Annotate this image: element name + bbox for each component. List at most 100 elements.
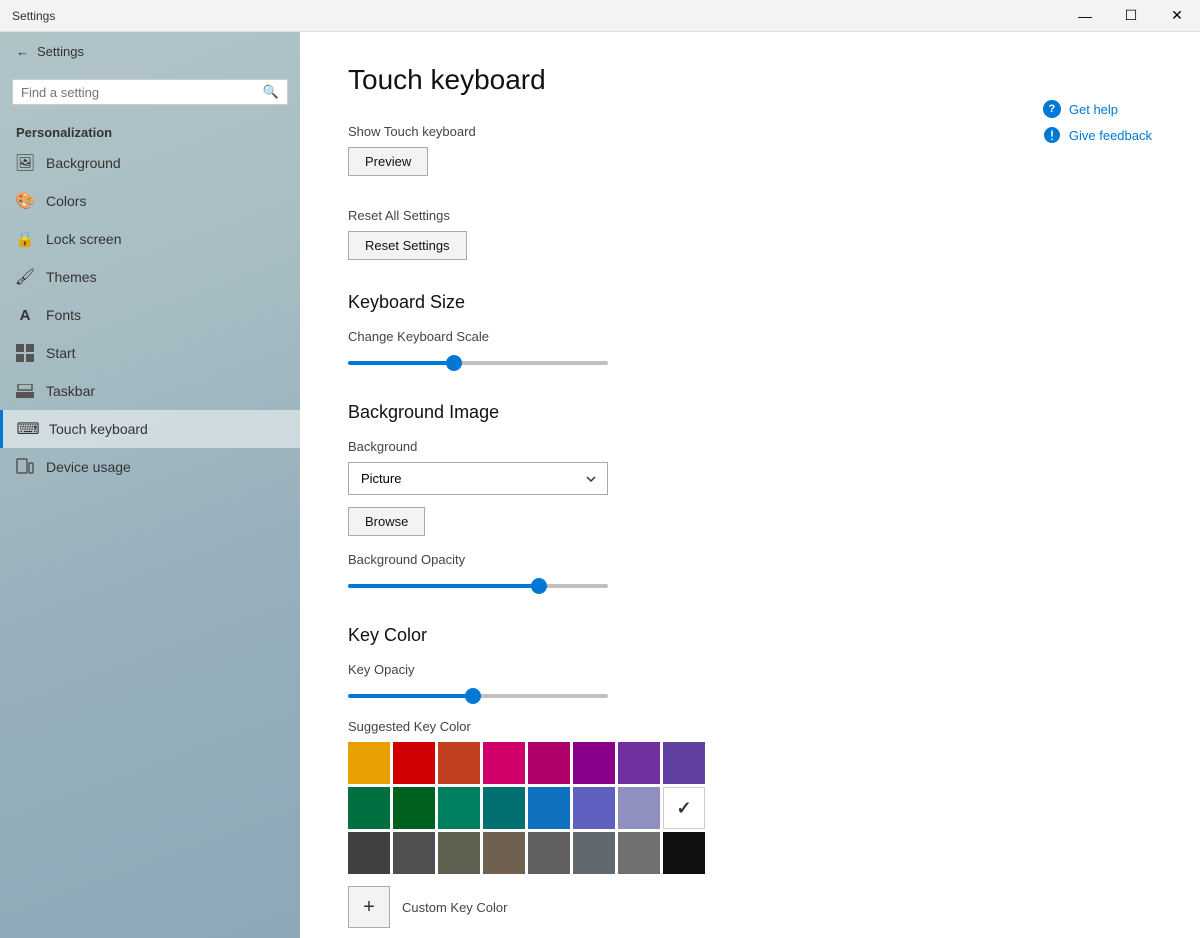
- color-swatch-teal[interactable]: [483, 787, 525, 829]
- key-opacity-slider-container: [348, 685, 1152, 703]
- key-opacity-label: Key Opaciy: [348, 662, 1152, 677]
- key-opacity-slider[interactable]: [348, 694, 608, 698]
- help-icon: ?: [1043, 100, 1061, 118]
- device-usage-icon: [16, 458, 34, 476]
- sidebar-item-taskbar[interactable]: Taskbar: [0, 372, 300, 410]
- sidebar-search-container: 🔍: [12, 79, 288, 105]
- sidebar-item-label: Background: [46, 155, 121, 171]
- color-grid: [348, 742, 1152, 874]
- show-touch-keyboard-label: Show Touch keyboard: [348, 124, 1152, 139]
- color-swatch-medium-gray[interactable]: [528, 832, 570, 874]
- taskbar-icon: [16, 382, 34, 400]
- get-help-label: Get help: [1069, 102, 1118, 117]
- color-swatch-medium-blue[interactable]: [573, 787, 615, 829]
- browse-button[interactable]: Browse: [348, 507, 425, 536]
- search-input[interactable]: [21, 85, 263, 100]
- color-swatch-teal-green[interactable]: [438, 787, 480, 829]
- color-swatch-olive-gray[interactable]: [438, 832, 480, 874]
- sidebar-back-button[interactable]: ← Settings: [0, 32, 300, 71]
- help-section: ? Get help Give feedback: [1043, 100, 1152, 144]
- color-swatch-dark-gray-2[interactable]: [393, 832, 435, 874]
- color-swatch-warm-gray[interactable]: [483, 832, 525, 874]
- keyboard-scale-slider-container: [348, 352, 1152, 370]
- key-color-section: Key Color Key Opaciy Suggested Key Color: [348, 625, 1152, 928]
- preview-button[interactable]: Preview: [348, 147, 428, 176]
- search-icon: 🔍: [263, 84, 279, 100]
- sidebar-item-device-usage[interactable]: Device usage: [0, 448, 300, 486]
- minimize-button[interactable]: —: [1062, 0, 1108, 32]
- background-dropdown[interactable]: Picture Color None: [348, 462, 608, 495]
- sidebar-item-touch-keyboard[interactable]: ⌨ Touch keyboard: [0, 410, 300, 448]
- sidebar-item-start[interactable]: Start: [0, 334, 300, 372]
- back-icon: ←: [16, 44, 29, 59]
- color-swatch-orange[interactable]: [348, 742, 390, 784]
- background-dropdown-container: Picture Color None: [348, 462, 608, 495]
- sidebar-item-background[interactable]: 🖼 Background: [0, 144, 300, 182]
- sidebar-item-themes[interactable]: 🖌 Themes: [0, 258, 300, 296]
- color-swatch-dark-magenta[interactable]: [573, 742, 615, 784]
- keyboard-scale-slider[interactable]: [348, 361, 608, 365]
- color-swatch-blue[interactable]: [528, 787, 570, 829]
- custom-color-button[interactable]: +: [348, 886, 390, 928]
- background-opacity-slider[interactable]: [348, 584, 608, 588]
- keyboard-size-heading: Keyboard Size: [348, 292, 1152, 313]
- give-feedback-label: Give feedback: [1069, 128, 1152, 143]
- titlebar-title: Settings: [12, 9, 55, 23]
- color-swatch-light-blue-purple[interactable]: [618, 787, 660, 829]
- reset-settings-button[interactable]: Reset Settings: [348, 231, 467, 260]
- key-color-heading: Key Color: [348, 625, 1152, 646]
- app-container: ← Settings 🔍 Personalization 🖼 Backgroun…: [0, 32, 1200, 938]
- background-image-section: Background Image Background Picture Colo…: [348, 402, 1152, 593]
- sidebar-item-label: Touch keyboard: [49, 421, 148, 437]
- background-opacity-slider-container: [348, 575, 1152, 593]
- sidebar-item-label: Themes: [46, 269, 97, 285]
- titlebar-left: Settings: [12, 9, 55, 23]
- fonts-icon: A: [16, 306, 34, 324]
- give-feedback-link[interactable]: Give feedback: [1043, 126, 1152, 144]
- color-swatch-hot-pink[interactable]: [483, 742, 525, 784]
- sidebar-back-label: Settings: [37, 44, 84, 59]
- close-button[interactable]: ✕: [1154, 0, 1200, 32]
- sidebar-item-label: Start: [46, 345, 76, 361]
- sidebar: ← Settings 🔍 Personalization 🖼 Backgroun…: [0, 32, 300, 938]
- start-icon: [16, 344, 34, 362]
- color-swatch-gray[interactable]: [618, 832, 660, 874]
- color-swatch-dark-gray-1[interactable]: [348, 832, 390, 874]
- suggested-key-color-label: Suggested Key Color: [348, 719, 1152, 734]
- show-touch-keyboard-section: Show Touch keyboard Preview: [348, 124, 1152, 176]
- custom-color-row: + Custom Key Color: [348, 886, 1152, 928]
- lock-screen-icon: 🔒: [16, 230, 34, 248]
- touch-keyboard-icon: ⌨: [19, 420, 37, 438]
- color-swatch-red[interactable]: [393, 742, 435, 784]
- background-icon: 🖼: [16, 154, 34, 172]
- sidebar-item-label: Colors: [46, 193, 86, 209]
- titlebar: Settings — ☐ ✕: [0, 0, 1200, 32]
- reset-all-settings-section: Reset All Settings Reset Settings: [348, 208, 1152, 260]
- color-swatch-magenta-pink[interactable]: [528, 742, 570, 784]
- color-swatch-blue-gray[interactable]: [573, 832, 615, 874]
- background-opacity-label: Background Opacity: [348, 552, 1152, 567]
- sidebar-item-fonts[interactable]: A Fonts: [0, 296, 300, 334]
- sidebar-item-label: Taskbar: [46, 383, 95, 399]
- colors-icon: 🎨: [16, 192, 34, 210]
- main-content: Touch keyboard Show Touch keyboard Previ…: [300, 32, 1200, 938]
- themes-icon: 🖌: [16, 268, 34, 286]
- color-swatch-burnt-orange[interactable]: [438, 742, 480, 784]
- color-swatch-white[interactable]: [663, 787, 705, 829]
- get-help-link[interactable]: ? Get help: [1043, 100, 1152, 118]
- background-dropdown-label: Background: [348, 439, 1152, 454]
- page-title: Touch keyboard: [348, 64, 1152, 96]
- color-swatch-black[interactable]: [663, 832, 705, 874]
- color-swatch-purple[interactable]: [618, 742, 660, 784]
- color-swatch-blue-purple[interactable]: [663, 742, 705, 784]
- color-swatch-dark-green[interactable]: [348, 787, 390, 829]
- sidebar-item-colors[interactable]: 🎨 Colors: [0, 182, 300, 220]
- sidebar-item-lock-screen[interactable]: 🔒 Lock screen: [0, 220, 300, 258]
- sidebar-section-label: Personalization: [0, 113, 300, 144]
- color-swatch-forest-green[interactable]: [393, 787, 435, 829]
- feedback-icon: [1043, 126, 1061, 144]
- maximize-button[interactable]: ☐: [1108, 0, 1154, 32]
- main-wrapper: Touch keyboard Show Touch keyboard Previ…: [300, 32, 1200, 938]
- keyboard-size-section: Keyboard Size Change Keyboard Scale: [348, 292, 1152, 370]
- background-image-heading: Background Image: [348, 402, 1152, 423]
